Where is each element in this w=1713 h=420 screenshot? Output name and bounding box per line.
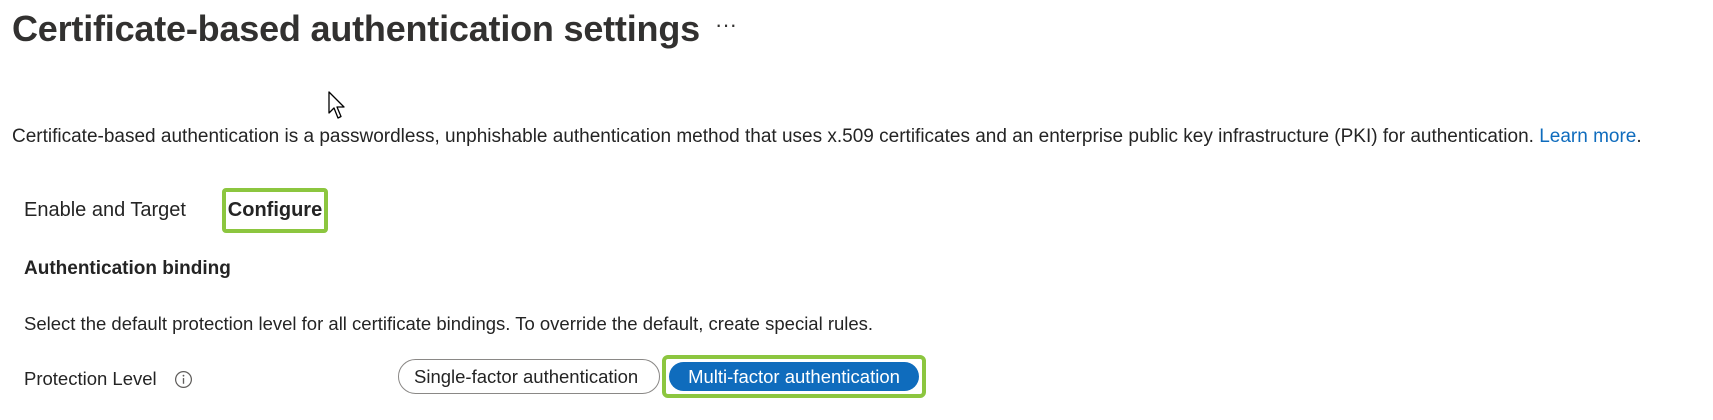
learn-more-link[interactable]: Learn more (1539, 126, 1636, 147)
multi-factor-option[interactable]: Multi-factor authentication (669, 362, 919, 391)
mouse-cursor-icon (328, 91, 345, 119)
info-icon[interactable] (174, 370, 193, 389)
description-text: Certificate-based authentication is a pa… (12, 126, 1534, 147)
tab-configure[interactable]: Configure (222, 188, 328, 233)
single-factor-option[interactable]: Single-factor authentication (398, 359, 660, 394)
tab-enable-and-target[interactable]: Enable and Target (24, 199, 186, 222)
page-title: Certificate-based authentication setting… (12, 8, 700, 49)
section-instructions: Select the default protection level for … (24, 313, 874, 334)
more-options-button[interactable]: ··· (715, 14, 737, 36)
protection-level-label: Protection Level (24, 368, 157, 389)
section-heading: Authentication binding (24, 258, 231, 279)
multi-factor-highlight: Multi-factor authentication (662, 355, 926, 398)
page-description: Certificate-based authentication is a pa… (12, 126, 1642, 148)
description-trailing: . (1636, 126, 1642, 147)
